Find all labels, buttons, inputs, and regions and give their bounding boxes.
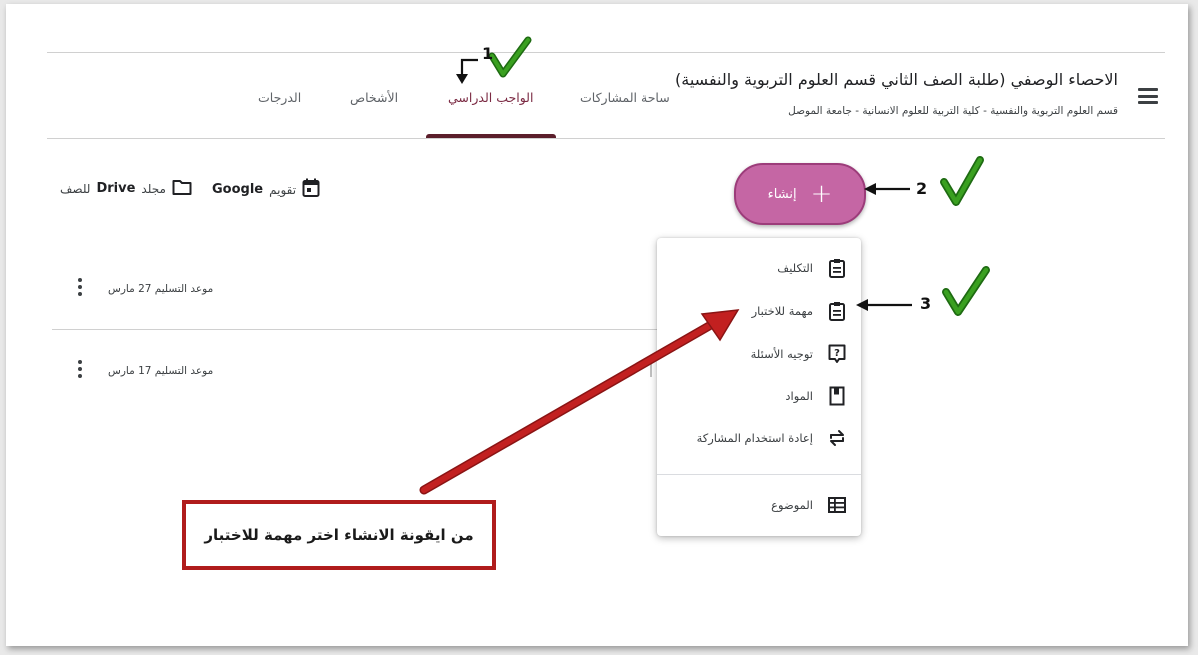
step1-number: 1 — [482, 44, 494, 63]
annotation-overlay — [419, 36, 990, 495]
step1-arrowhead — [456, 74, 468, 84]
step3-number: 3 — [920, 294, 932, 313]
step2-number: 2 — [916, 179, 928, 198]
instruction-note: من ايقونة الانشاء اختر مهمة للاختبار — [182, 500, 496, 570]
